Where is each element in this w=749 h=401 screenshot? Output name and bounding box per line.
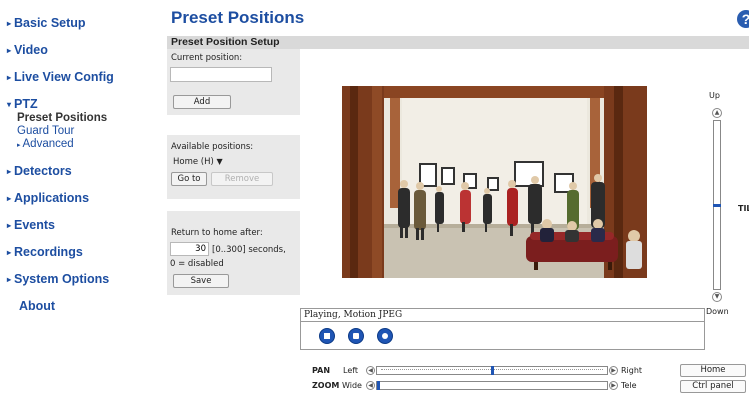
chevron-right-icon: ▸ [7, 73, 12, 82]
save-button[interactable]: Save [173, 274, 229, 288]
section-header: Preset Position Setup [167, 36, 749, 49]
chevron-right-icon: ▸ [7, 194, 12, 203]
tilt-slider-handle[interactable] [713, 204, 721, 207]
sidebar-subitem-preset-positions[interactable]: Preset Positions [17, 112, 107, 124]
tilt-slider-track[interactable] [713, 120, 721, 290]
add-button[interactable]: Add [173, 95, 231, 109]
sidebar-item-label: System Options [14, 272, 110, 286]
sidebar-item-label: Applications [14, 191, 90, 205]
page-title: Preset Positions [171, 8, 305, 27]
zoom-tele-label: Tele [621, 381, 637, 390]
pan-left-icon[interactable]: ◀ [366, 366, 375, 375]
zoom-wide-icon[interactable]: ◀ [366, 381, 375, 390]
pan-right-label: Right [621, 366, 643, 375]
stream-status: Playing, Motion JPEG [300, 308, 705, 322]
sidebar-subitem-advanced[interactable]: ▸ Advanced [17, 138, 74, 150]
available-positions-panel: Available positions: Home (H) ▼ Go to Re… [167, 135, 300, 199]
player-controls [300, 322, 705, 350]
tilt-label: TIL [738, 204, 749, 213]
sidebar-item-label: Recordings [14, 245, 83, 259]
sidebar-item-events[interactable]: ▸ Events [7, 218, 55, 232]
return-home-range: [0..300] seconds, [212, 245, 286, 255]
go-to-button[interactable]: Go to [171, 172, 207, 186]
sidebar-item-recordings[interactable]: ▸ Recordings [7, 245, 83, 259]
sidebar-subitem-guard-tour[interactable]: Guard Tour [17, 125, 74, 137]
sidebar-item-label: Advanced [22, 138, 74, 150]
pan-slider-track[interactable] [376, 366, 608, 375]
return-home-note: 0 = disabled [170, 259, 224, 269]
chevron-right-icon: ▸ [7, 46, 12, 55]
record-icon[interactable] [377, 328, 393, 344]
sidebar-item-label: Detectors [14, 164, 72, 178]
position-select-value: Home (H) [173, 157, 214, 167]
tilt-down-icon[interactable]: ▼ [712, 292, 722, 302]
chevron-right-icon: ▸ [7, 167, 12, 176]
dropdown-arrow-icon: ▼ [216, 157, 223, 166]
sidebar-item-live-view-config[interactable]: ▸ Live View Config [7, 70, 114, 84]
current-position-label: Current position: [171, 53, 243, 63]
sidebar-item-detectors[interactable]: ▸ Detectors [7, 164, 72, 178]
zoom-label: ZOOM [312, 381, 340, 390]
sidebar-item-label: Video [14, 43, 48, 57]
zoom-tele-icon[interactable]: ▶ [609, 381, 618, 390]
home-button[interactable]: Home [680, 364, 746, 377]
tilt-up-label: Up [709, 91, 720, 100]
zoom-wide-label: Wide [342, 381, 362, 390]
position-select[interactable]: Home (H) ▼ [173, 157, 223, 167]
stop-icon[interactable] [319, 328, 335, 344]
sidebar-item-ptz[interactable]: ▾ PTZ [7, 97, 38, 111]
snapshot-icon[interactable] [348, 328, 364, 344]
remove-button[interactable]: Remove [211, 172, 273, 186]
chevron-right-icon: ▸ [7, 275, 12, 284]
sidebar-item-label: Live View Config [14, 70, 114, 84]
return-home-panel: Return to home after: 30 [0..300] second… [167, 211, 300, 295]
sidebar-item-label: PTZ [14, 97, 38, 111]
chevron-down-icon: ▾ [7, 100, 12, 109]
tilt-up-icon[interactable]: ▲ [712, 108, 722, 118]
sidebar-item-about[interactable]: About [19, 299, 55, 313]
sidebar-item-video[interactable]: ▸ Video [7, 43, 48, 57]
chevron-right-icon: ▸ [7, 19, 12, 28]
pan-slider-handle[interactable] [491, 366, 494, 375]
chevron-right-icon: ▸ [17, 142, 21, 149]
chevron-right-icon: ▸ [7, 221, 12, 230]
tilt-down-label: Down [706, 307, 729, 316]
live-video[interactable] [342, 86, 647, 278]
available-positions-label: Available positions: [171, 142, 254, 152]
zoom-slider-handle[interactable] [377, 381, 380, 390]
ctrl-panel-button[interactable]: Ctrl panel [680, 380, 746, 393]
sidebar: ▸ Basic Setup ▸ Video ▸ Live View Config ▾ P… [0, 0, 160, 401]
sidebar-item-applications[interactable]: ▸ Applications [7, 191, 89, 205]
sidebar-item-label: Events [14, 218, 56, 232]
pan-right-icon[interactable]: ▶ [609, 366, 618, 375]
sidebar-item-label: About [19, 299, 56, 313]
pan-label: PAN [312, 366, 331, 375]
pan-left-label: Left [343, 366, 359, 375]
return-home-seconds-input[interactable]: 30 [170, 242, 209, 256]
help-icon[interactable]: ? [737, 10, 749, 28]
video-frame-image [342, 86, 647, 278]
current-position-input[interactable] [170, 67, 272, 82]
sidebar-item-label: Basic Setup [14, 16, 86, 30]
current-position-panel: Current position: Add [167, 49, 300, 115]
chevron-right-icon: ▸ [7, 248, 12, 257]
sidebar-item-basic-setup[interactable]: ▸ Basic Setup [7, 16, 86, 30]
return-home-label: Return to home after: [171, 228, 263, 238]
sidebar-item-system-options[interactable]: ▸ System Options [7, 272, 109, 286]
zoom-slider-track[interactable] [376, 381, 608, 390]
